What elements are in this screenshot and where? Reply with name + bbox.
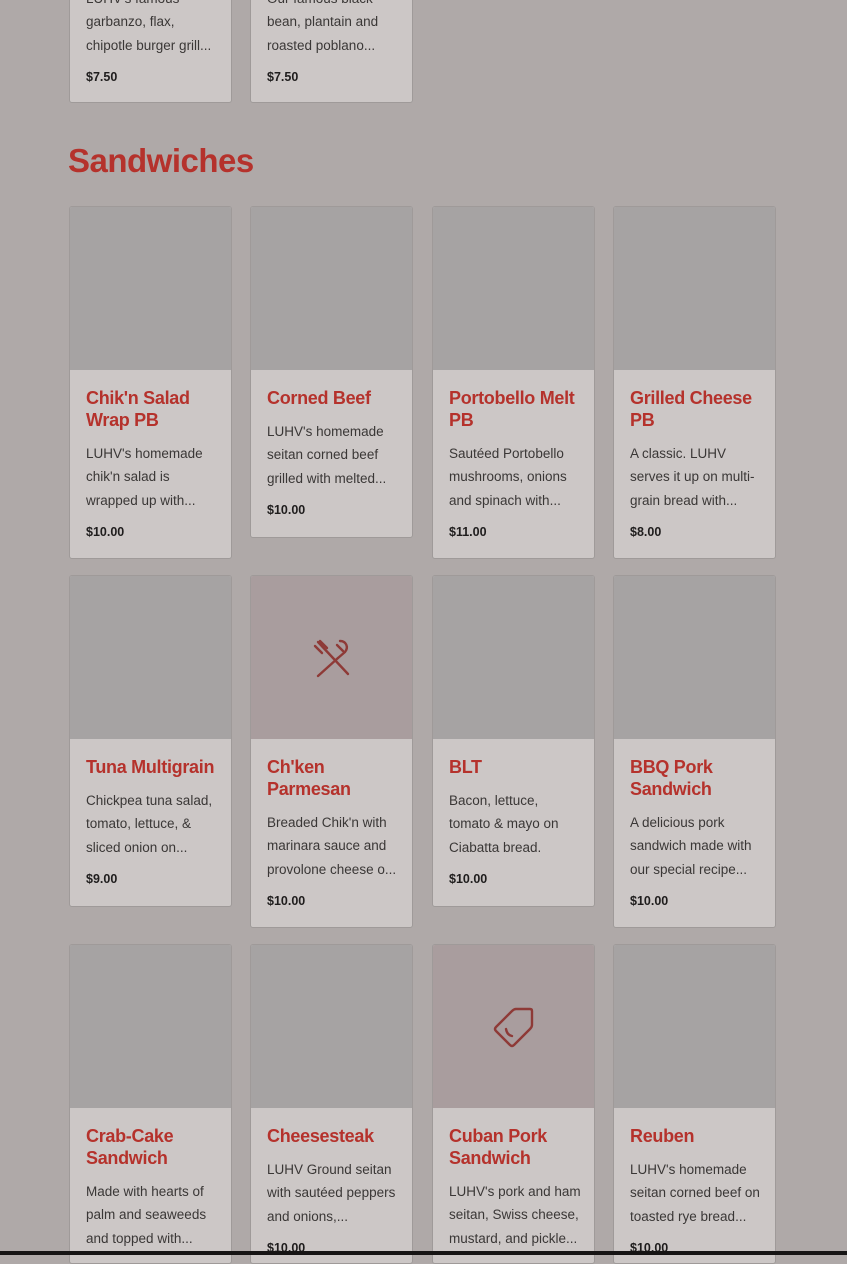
menu-item-description: Chickpea tuna salad, tomato, lettuce, & … (86, 793, 213, 855)
menu-item-price: $10.00 (449, 872, 488, 886)
menu-item-image (70, 945, 231, 1108)
menu-item-name: Ch'ken Parmesan (267, 757, 351, 799)
menu-item-description: LUHV's famous garbanzo, flax, chipotle b… (86, 0, 212, 53)
menu-item-description: Bacon, lettuce, tomato & mayo on Ciabatt… (449, 793, 559, 855)
menu-item-card[interactable]: Portobello Melt PB Sautéed Portobello mu… (432, 206, 595, 559)
utensils-icon (313, 639, 349, 677)
menu-item-price: $7.50 (267, 70, 299, 84)
menu-item-image (251, 945, 412, 1108)
bottom-edge-bar (0, 1251, 847, 1255)
menu-item-card[interactable]: Cheesesteak LUHV Ground seitan with saut… (250, 944, 413, 1264)
menu-item-description: LUHV's homemade seitan corned beef on to… (630, 1162, 760, 1224)
menu-item-card[interactable]: Grilled Cheese PB A classic. LUHV serves… (613, 206, 776, 559)
menu-item-description: LUHV's pork and ham seitan, Swiss cheese… (449, 1184, 581, 1246)
menu-item-image (614, 945, 775, 1108)
menu-item-name: Cheesesteak (267, 1126, 374, 1146)
menu-item-name: Reuben (630, 1126, 695, 1146)
menu-item-image (433, 207, 594, 370)
menu-item-name: Corned Beef (267, 388, 371, 408)
menu-item-name: Chik'n Salad Wrap PB (86, 388, 190, 430)
menu-item-image (70, 207, 231, 370)
menu-item-image (614, 207, 775, 370)
menu-item-description: LUHV Ground seitan with sautéed peppers … (267, 1162, 396, 1224)
menu-item-image (614, 576, 775, 739)
menu-item-card[interactable]: Reuben LUHV's homemade seitan corned bee… (613, 944, 776, 1264)
menu-item-card[interactable]: Chik'n Salad Wrap PB LUHV's homemade chi… (69, 206, 232, 559)
menu-item-card[interactable]: Tuna Multigrain Chickpea tuna salad, tom… (69, 575, 232, 907)
tag-icon (493, 1007, 533, 1047)
menu-item-price: $10.00 (630, 894, 669, 908)
menu-item-image (433, 576, 594, 739)
menu-item-image-placeholder (433, 945, 594, 1108)
menu-item-image (70, 576, 231, 739)
menu-item-name: Portobello Melt PB (449, 388, 575, 430)
menu-item-price: $8.00 (630, 525, 662, 539)
menu-item-price: $10.00 (267, 503, 306, 517)
menu-item-description: LUHV's homemade chik'n salad is wrapped … (86, 446, 203, 508)
menu-item-card[interactable]: Cuban Pork Sandwich LUHV's pork and ham … (432, 944, 595, 1264)
menu-item-name: Crab-Cake Sandwich (86, 1126, 174, 1168)
menu-item-description: Made with hearts of palm and seaweeds an… (86, 1184, 207, 1246)
menu-item-card[interactable]: LUHV's famous garbanzo, flax, chipotle b… (69, 0, 232, 103)
menu-item-card[interactable]: BBQ Pork Sandwich A delicious pork sandw… (613, 575, 776, 928)
menu-item-card[interactable]: Crab-Cake Sandwich Made with hearts of p… (69, 944, 232, 1264)
menu-item-image (251, 207, 412, 370)
menu-item-name: BLT (449, 757, 482, 777)
menu-item-name: Tuna Multigrain (86, 757, 215, 777)
menu-item-name: Cuban Pork Sandwich (449, 1126, 548, 1168)
menu-item-price: $9.00 (86, 872, 118, 886)
menu-item-price: $11.00 (449, 525, 487, 539)
menu-item-card[interactable]: Our famous black bean, plantain and roas… (250, 0, 413, 103)
menu-item-card[interactable]: BLT Bacon, lettuce, tomato & mayo on Cia… (432, 575, 595, 907)
menu-item-name: BBQ Pork Sandwich (630, 757, 713, 799)
menu-item-description: A classic. LUHV serves it up on multi-gr… (630, 446, 755, 508)
menu-item-price: $10.00 (86, 525, 125, 539)
menu-item-image-placeholder (251, 576, 412, 739)
menu-item-price: $10.00 (267, 894, 306, 908)
menu-item-card[interactable]: Ch'ken Parmesan Breaded Chik'n with mari… (250, 575, 413, 928)
menu-item-card[interactable]: Corned Beef LUHV's homemade seitan corne… (250, 206, 413, 538)
menu-item-description: Sautéed Portobello mushrooms, onions and… (449, 446, 567, 508)
menu-item-description: Our famous black bean, plantain and roas… (267, 0, 379, 53)
menu-item-description: A delicious pork sandwich made with our … (630, 815, 752, 877)
section-title: Sandwiches (68, 142, 254, 179)
menu-page: LUHV's famous garbanzo, flax, chipotle b… (0, 0, 847, 1264)
menu-item-price: $7.50 (86, 70, 118, 84)
menu-item-name: Grilled Cheese PB (630, 388, 752, 430)
menu-item-description: LUHV's homemade seitan corned beef grill… (267, 424, 387, 486)
menu-item-description: Breaded Chik'n with marinara sauce and p… (267, 815, 397, 877)
